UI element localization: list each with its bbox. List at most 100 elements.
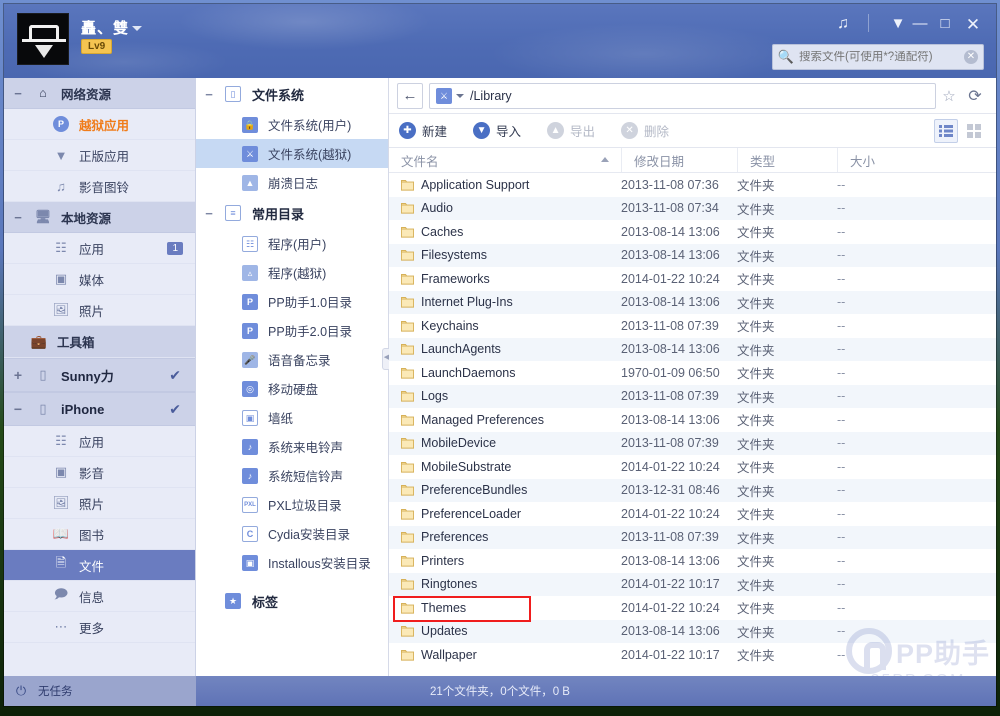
tree-item-label: 系统短信铃声 [268, 470, 344, 484]
tree-item-call-ringtones[interactable]: ♪ 系统来电铃声 [196, 432, 388, 461]
search-box[interactable]: 🔍 ✕ [772, 44, 984, 70]
pxl-icon: PXL [240, 496, 260, 513]
folder-icon [401, 179, 414, 191]
close-button[interactable]: ✕ [962, 16, 984, 33]
expand-toggle-icon[interactable]: + [4, 367, 32, 383]
tree-section-common-dirs[interactable]: − ≡ 常用目录 [196, 197, 388, 229]
table-row[interactable]: Ringtones 2014-01-22 10:17 文件夹 -- [389, 572, 996, 596]
table-row[interactable]: PreferenceBundles 2013-12-31 08:46 文件夹 -- [389, 478, 996, 502]
tree-item-crash-logs[interactable]: ▲ 崩溃日志 [196, 168, 388, 197]
sidebar-item-iphone-messages[interactable]: 🗩 信息 [4, 581, 195, 612]
sidebar-item-local-photos[interactable]: 🖼 照片 [4, 295, 195, 326]
tree-item-pp20-dir[interactable]: P PP助手2.0目录 [196, 316, 388, 345]
table-row[interactable]: MobileSubstrate 2014-01-22 10:24 文件夹 -- [389, 455, 996, 479]
sidebar-item-iphone-photos[interactable]: 🖼 照片 [4, 488, 195, 519]
sidebar-item-local-apps[interactable]: ☷ 应用 1 [4, 233, 195, 264]
list-view-button[interactable] [934, 118, 958, 143]
tree-collapse-grip[interactable] [382, 348, 390, 370]
clear-search-icon[interactable]: ✕ [959, 50, 983, 64]
sidebar-item-iphone-media[interactable]: ▣ 影音 [4, 457, 195, 488]
column-header-name[interactable]: 文件名 [389, 148, 621, 172]
file-name-cell: Themes [389, 595, 621, 622]
minimize-button[interactable]: ― [909, 16, 931, 31]
column-header-date[interactable]: 修改日期 [621, 148, 737, 172]
sidebar-item-toolbox[interactable]: 💼 工具箱 [4, 326, 195, 358]
table-row[interactable]: Caches 2013-08-14 13:06 文件夹 -- [389, 220, 996, 244]
path-field[interactable]: ⚔ /Library [429, 82, 936, 109]
file-list[interactable]: Application Support 2013-11-08 07:36 文件夹 --… [389, 173, 996, 676]
sidebar-group-local[interactable]: − 🖥 本地资源 [4, 202, 195, 233]
sidebar-device-sunny[interactable]: + ▯ Sunny力 ✔ [4, 358, 195, 392]
sidebar-item-iphone-apps[interactable]: ☷ 应用 [4, 426, 195, 457]
tree-item-pp10-dir[interactable]: P PP助手1.0目录 [196, 287, 388, 316]
back-button[interactable]: ← [397, 82, 423, 109]
tree-item-pxl-junk[interactable]: PXL PXL垃圾目录 [196, 490, 388, 519]
file-name-cell: Managed Preferences [389, 413, 621, 427]
refresh-icon[interactable]: ⟳ [962, 86, 988, 106]
table-row[interactable]: Logs 2013-11-08 07:39 文件夹 -- [389, 384, 996, 408]
chevron-down-icon[interactable] [132, 26, 142, 31]
file-date-cell: 2013-08-14 13:06 [621, 248, 720, 263]
tree-item-installous-dir[interactable]: ▣ Installous安装目录 [196, 548, 388, 577]
chevron-down-icon[interactable] [456, 93, 464, 98]
tree-section-filesystem[interactable]: − ▯ 文件系统 [196, 78, 388, 110]
menu-icon[interactable]: ▼ [887, 16, 909, 31]
search-input[interactable] [799, 51, 959, 63]
import-button[interactable]: ▼ 导入 [473, 121, 521, 140]
tree-item-sms-tones[interactable]: ♪ 系统短信铃声 [196, 461, 388, 490]
table-row[interactable]: Wallpaper 2014-01-22 10:17 文件夹 -- [389, 643, 996, 667]
tree-item-apps-jailbreak[interactable]: ▵ 程序(越狱) [196, 258, 388, 287]
user-name[interactable]: 矗、雙 [81, 17, 129, 38]
table-row[interactable]: Keychains 2013-11-08 07:39 文件夹 -- [389, 314, 996, 338]
collapse-toggle-icon[interactable]: − [196, 87, 222, 102]
table-row[interactable]: Managed Preferences 2013-08-14 13:06 文件夹 -- [389, 408, 996, 432]
table-row[interactable]: PreferenceLoader 2014-01-22 10:24 文件夹 -- [389, 502, 996, 526]
table-row[interactable]: Printers 2013-08-14 13:06 文件夹 -- [389, 549, 996, 573]
sidebar-item-iphone-more[interactable]: ⋯ 更多 [4, 612, 195, 643]
table-row[interactable]: LaunchAgents 2013-08-14 13:06 文件夹 -- [389, 337, 996, 361]
new-button[interactable]: ✚ 新建 [399, 121, 447, 140]
column-header-size[interactable]: 大小 [837, 148, 996, 172]
sidebar-item-iphone-books[interactable]: 📖 图书 [4, 519, 195, 550]
collapse-toggle-icon[interactable]: − [4, 401, 32, 417]
tree-item-external-drive[interactable]: ◎ 移动硬盘 [196, 374, 388, 403]
file-type-cell: 文件夹 [737, 367, 775, 382]
sidebar-item-media-ringtones[interactable]: ♫ 影音图铃 [4, 171, 195, 202]
table-row[interactable]: Themes 2014-01-22 10:24 文件夹 -- [389, 595, 996, 622]
collapse-toggle-icon[interactable]: − [4, 210, 32, 225]
sidebar-group-network[interactable]: − ⌂ 网络资源 [4, 78, 195, 109]
table-row[interactable]: Preferences 2013-11-08 07:39 文件夹 -- [389, 525, 996, 549]
table-row[interactable]: MobileDevice 2013-11-08 07:39 文件夹 -- [389, 431, 996, 455]
chart-icon: ▵ [240, 264, 260, 281]
table-row[interactable]: Internet Plug-Ins 2013-08-14 13:06 文件夹 -- [389, 290, 996, 314]
collapse-toggle-icon[interactable]: − [196, 206, 222, 221]
column-header-type[interactable]: 类型 [737, 148, 837, 172]
pp-icon: P [240, 293, 260, 310]
sidebar-item-local-media[interactable]: ▣ 媒体 [4, 264, 195, 295]
table-row[interactable]: LaunchDaemons 1970-01-09 06:50 文件夹 -- [389, 361, 996, 385]
sidebar-device-iphone[interactable]: − ▯ iPhone ✔ [4, 392, 195, 426]
table-row[interactable]: Application Support 2013-11-08 07:36 文件夹 -- [389, 173, 996, 197]
tree-item-fs-user[interactable]: 🔒 文件系统(用户) [196, 110, 388, 139]
grid-view-button[interactable] [962, 119, 986, 143]
tree-item-apps-user[interactable]: ☷ 程序(用户) [196, 229, 388, 258]
tree-item-cydia-dir[interactable]: C Cydia安装目录 [196, 519, 388, 548]
sidebar-item-iphone-files[interactable]: 🗎 文件 [4, 550, 195, 581]
file-name-cell: PreferenceLoader [389, 507, 621, 521]
favorite-star-icon[interactable]: ☆ [936, 87, 962, 105]
table-row[interactable]: Updates 2013-08-14 13:06 文件夹 -- [389, 619, 996, 643]
avatar[interactable] [17, 13, 69, 65]
tree-item-fs-jailbreak[interactable]: ⚔ 文件系统(越狱) [196, 139, 388, 168]
table-row[interactable]: Audio 2013-11-08 07:34 文件夹 -- [389, 196, 996, 220]
table-row[interactable]: Frameworks 2014-01-22 10:24 文件夹 -- [389, 267, 996, 291]
tree-item-wallpaper[interactable]: ▣ 墙纸 [196, 403, 388, 432]
tree-item-voice-memos[interactable]: 🎤 语音备忘录 [196, 345, 388, 374]
sidebar-item-jailbreak-apps[interactable]: P 越狱应用 [4, 109, 195, 140]
table-row[interactable]: Filesystems 2013-08-14 13:06 文件夹 -- [389, 243, 996, 267]
maximize-button[interactable]: □ [934, 16, 956, 31]
sidebar-item-official-apps[interactable]: ▼ 正版应用 [4, 140, 195, 171]
tree-section-tags[interactable]: ★ 标签 [196, 585, 388, 617]
file-date-cell: 2013-08-14 13:06 [621, 412, 720, 427]
collapse-toggle-icon[interactable]: − [4, 86, 32, 101]
music-icon[interactable]: ♫ [832, 16, 854, 32]
